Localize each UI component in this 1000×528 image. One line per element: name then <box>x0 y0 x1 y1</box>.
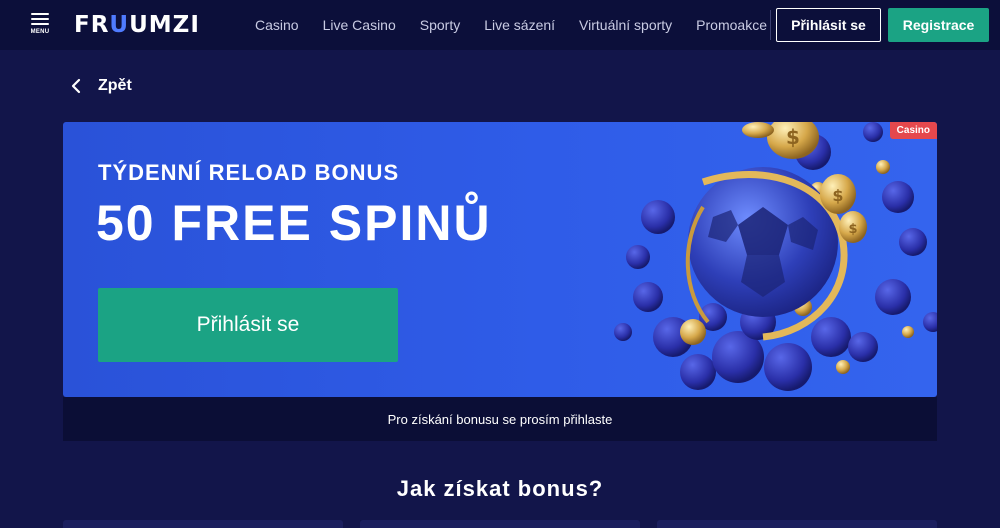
nav-item-promotions[interactable]: Promoakce <box>696 17 767 33</box>
steps-row <box>63 520 937 528</box>
chevron-left-icon <box>71 78 81 94</box>
soccer-ball-illustration: $ $ $ <box>614 122 937 391</box>
login-required-notice: Pro získání bonusu se prosím přihlaste <box>63 397 937 441</box>
svg-text:$: $ <box>786 125 800 149</box>
step-card <box>360 520 640 528</box>
menu-label: MENU <box>30 29 50 35</box>
nav-item-virtual-sports[interactable]: Virtuální sporty <box>579 17 672 33</box>
back-link[interactable]: Zpět <box>66 74 132 98</box>
logo-text-accent: U <box>109 12 130 38</box>
brand-logo[interactable]: FR U UMZI <box>74 12 200 38</box>
nav-divider <box>770 10 771 40</box>
how-to-get-bonus-heading: Jak získat bonus? <box>396 476 604 501</box>
promo-card: Casino TÝDENNÍ RELOAD BONUS 50 FREE SPIN… <box>63 122 937 397</box>
promo-subtitle: TÝDENNÍ RELOAD BONUS <box>98 160 400 185</box>
nav-item-casino[interactable]: Casino <box>255 17 299 33</box>
hamburger-icon <box>31 13 49 28</box>
back-label: Zpět <box>98 77 132 94</box>
promo-title: 50 FREE SPINŮ <box>96 195 492 251</box>
menu-button[interactable]: MENU <box>28 13 52 37</box>
logo-text-start: FR <box>74 12 110 38</box>
logo-text-end: UMZI <box>129 12 200 38</box>
top-navigation-bar: MENU FR U UMZI Casino Live Casino Sporty L… <box>0 0 1000 50</box>
svg-text:$: $ <box>832 186 843 205</box>
main-nav: Casino Live Casino Sporty Live sázení Vi… <box>255 0 791 50</box>
step-card <box>657 520 937 528</box>
promo-login-button[interactable]: Přihlásit se <box>98 288 398 362</box>
nav-item-sporty[interactable]: Sporty <box>420 17 460 33</box>
register-button[interactable]: Registrace <box>888 8 989 42</box>
nav-item-live-betting[interactable]: Live sázení <box>484 17 555 33</box>
step-card <box>63 520 343 528</box>
nav-item-live-casino[interactable]: Live Casino <box>323 17 396 33</box>
svg-text:$: $ <box>848 222 857 237</box>
login-button[interactable]: Přihlásit se <box>776 8 881 42</box>
